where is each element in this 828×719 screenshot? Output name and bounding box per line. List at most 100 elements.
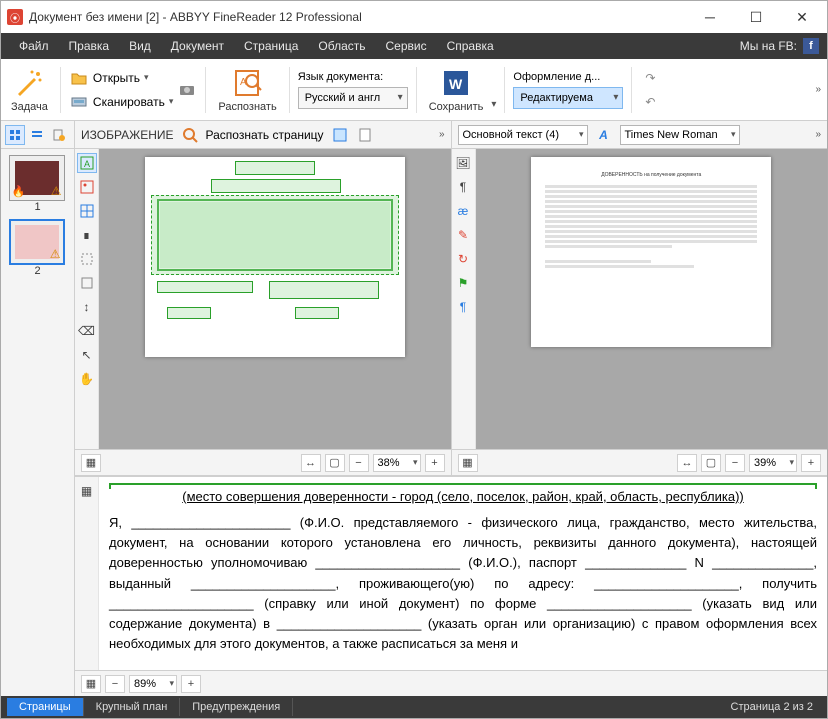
fit-width-icon[interactable]: ↔ — [677, 454, 697, 472]
window-title: Документ без имени [2] - ABBYY FineReade… — [29, 10, 681, 24]
details-view-button[interactable] — [27, 125, 47, 145]
close-button[interactable]: ✕ — [779, 2, 825, 32]
closeup-toggle-icon[interactable]: ▦ — [77, 481, 97, 501]
zoom-in-button[interactable]: + — [181, 675, 201, 693]
next-error-tool[interactable]: ↻ — [453, 249, 473, 269]
closeup-zoom-value[interactable]: 89% — [129, 675, 177, 693]
closeup-pane: ▦ (место совершения доверенности - город… — [75, 476, 827, 696]
status-tab-closeup[interactable]: Крупный план — [84, 698, 181, 716]
pilcrow-tool[interactable]: ¶ — [453, 297, 473, 317]
mark-tool[interactable]: ⚑ — [453, 273, 473, 293]
maximize-button[interactable]: ☐ — [733, 2, 779, 32]
image-zoom-value[interactable]: 38% — [373, 454, 421, 472]
style-dropdown[interactable]: Основной текст (4) — [458, 125, 588, 145]
picture-area-tool[interactable] — [77, 177, 97, 197]
layout-dropdown[interactable]: Редактируема — [513, 87, 623, 109]
facebook-icon[interactable]: f — [803, 38, 819, 54]
chevron-down-icon[interactable]: ▾ — [491, 99, 496, 110]
analyze-icon[interactable] — [330, 125, 350, 145]
barcode-area-tool[interactable]: ∎ — [77, 225, 97, 245]
chevron-down-icon: ▾ — [169, 96, 174, 107]
menu-document[interactable]: Документ — [161, 35, 234, 57]
text-area-tool[interactable]: A — [77, 153, 97, 173]
text-zoom-value[interactable]: 39% — [749, 454, 797, 472]
zoom-out-button[interactable]: − — [349, 454, 369, 472]
zoom-in-button[interactable]: + — [425, 454, 445, 472]
menu-view[interactable]: Вид — [119, 35, 161, 57]
overflow-icon[interactable]: » — [439, 129, 445, 140]
status-tab-warnings[interactable]: Предупреждения — [180, 698, 293, 716]
hand-tool[interactable]: ✋ — [77, 369, 97, 389]
font-dropdown[interactable]: Times New Roman — [620, 125, 740, 145]
fit-page-icon[interactable]: ▢ — [701, 454, 721, 472]
verify-tool[interactable]: ✎ — [453, 225, 473, 245]
menu-area[interactable]: Область — [308, 35, 375, 57]
language-dropdown[interactable]: Русский и англ — [298, 87, 408, 109]
text-canvas[interactable]: ДОВЕРЕННОСТЬ на получение документа — [476, 149, 828, 449]
layout-value: Редактируема — [520, 92, 593, 104]
image-pane-footer: ▦ ↔ ▢ − 38% + — [75, 449, 451, 475]
overflow-icon[interactable]: » — [815, 129, 821, 140]
closeup-footer: ▦ − 89% + — [75, 670, 827, 696]
pointer-tool[interactable]: ↖ — [77, 345, 97, 365]
image-pane-header: ИЗОБРАЖЕНИЕ Распознать страницу » — [75, 121, 451, 149]
font-style-icon[interactable]: A — [594, 125, 614, 145]
recognize-button[interactable]: A Распознать — [214, 65, 280, 115]
closeup-canvas[interactable]: (место совершения доверенности - город (… — [99, 477, 827, 670]
pages-panel: 🔥⚠ 1 ⚠ 2 — [1, 121, 75, 696]
layout-label: Оформление д... — [513, 71, 600, 83]
zoom-in-button[interactable]: + — [801, 454, 821, 472]
thumbnails-view-button[interactable] — [5, 125, 25, 145]
overflow-icon[interactable]: » — [815, 84, 821, 95]
recognize-page-label[interactable]: Распознать страницу — [206, 128, 324, 142]
folder-open-icon — [69, 68, 89, 88]
select-tool[interactable] — [77, 273, 97, 293]
minimize-button[interactable]: ─ — [687, 2, 733, 32]
dual-panes: ИЗОБРАЖЕНИЕ Распознать страницу » A ∎ — [75, 121, 827, 476]
fit-width-icon[interactable]: ↔ — [301, 454, 321, 472]
toggle-view-icon[interactable]: ▦ — [458, 454, 478, 472]
app-icon: ⦿ — [7, 9, 23, 25]
task-label: Задача — [11, 101, 48, 113]
task-button[interactable]: Задача — [7, 65, 52, 115]
zoom-out-button[interactable]: − — [105, 675, 125, 693]
scan-button[interactable]: Сканировать ▾ — [69, 92, 173, 112]
show-image-tool[interactable]: 🖼 — [453, 153, 473, 173]
open-button[interactable]: Открыть ▾ — [69, 68, 173, 88]
text-pane-footer: ▦ ↔ ▢ − 39% + — [452, 449, 828, 475]
text-tools: 🖼 ¶ æ ✎ ↻ ⚑ ¶ — [452, 149, 476, 449]
recognition-area-tool[interactable] — [77, 249, 97, 269]
redo-icon[interactable]: ↷ — [640, 68, 660, 88]
page-number: 1 — [9, 201, 67, 213]
menu-help[interactable]: Справка — [437, 35, 504, 57]
page-thumbnail-1[interactable]: 🔥⚠ 1 — [9, 155, 67, 213]
zoom-out-button[interactable]: − — [725, 454, 745, 472]
toggle-view-icon[interactable]: ▦ — [81, 675, 101, 693]
eraser-tool[interactable]: ⌫ — [77, 321, 97, 341]
table-area-tool[interactable] — [77, 201, 97, 221]
toggle-view-icon[interactable]: ▦ — [81, 454, 101, 472]
recognize-label: Распознать — [218, 101, 276, 113]
page-thumbnail-2[interactable]: ⚠ 2 — [9, 219, 67, 277]
page-settings-button[interactable] — [49, 125, 69, 145]
svg-text:A: A — [240, 77, 247, 88]
status-tab-pages[interactable]: Страницы — [7, 698, 84, 716]
page-text-preview: ДОВЕРЕННОСТЬ на получение документа — [531, 157, 771, 347]
dictionary-tool[interactable]: æ — [453, 201, 473, 221]
text-pane: Основной текст (4) A Times New Roman » 🖼… — [452, 121, 828, 475]
show-text-tool[interactable]: ¶ — [453, 177, 473, 197]
menu-page[interactable]: Страница — [234, 35, 308, 57]
menu-service[interactable]: Сервис — [376, 35, 437, 57]
menu-edit[interactable]: Правка — [59, 35, 120, 57]
body-text: Я, ______________________ (Ф.И.О. предст… — [109, 513, 817, 654]
camera-icon[interactable] — [177, 80, 197, 100]
fit-page-icon[interactable]: ▢ — [325, 454, 345, 472]
closeup-text: (место совершения доверенности - город (… — [109, 487, 817, 654]
order-tool[interactable]: ↕ — [77, 297, 97, 317]
menu-file[interactable]: Файл — [9, 35, 59, 57]
recognize-page-icon[interactable] — [180, 125, 200, 145]
save-button[interactable]: W Сохранить — [425, 65, 488, 115]
image-canvas[interactable] — [99, 149, 451, 449]
page-props-icon[interactable] — [356, 125, 376, 145]
undo-icon[interactable]: ↶ — [640, 92, 660, 112]
